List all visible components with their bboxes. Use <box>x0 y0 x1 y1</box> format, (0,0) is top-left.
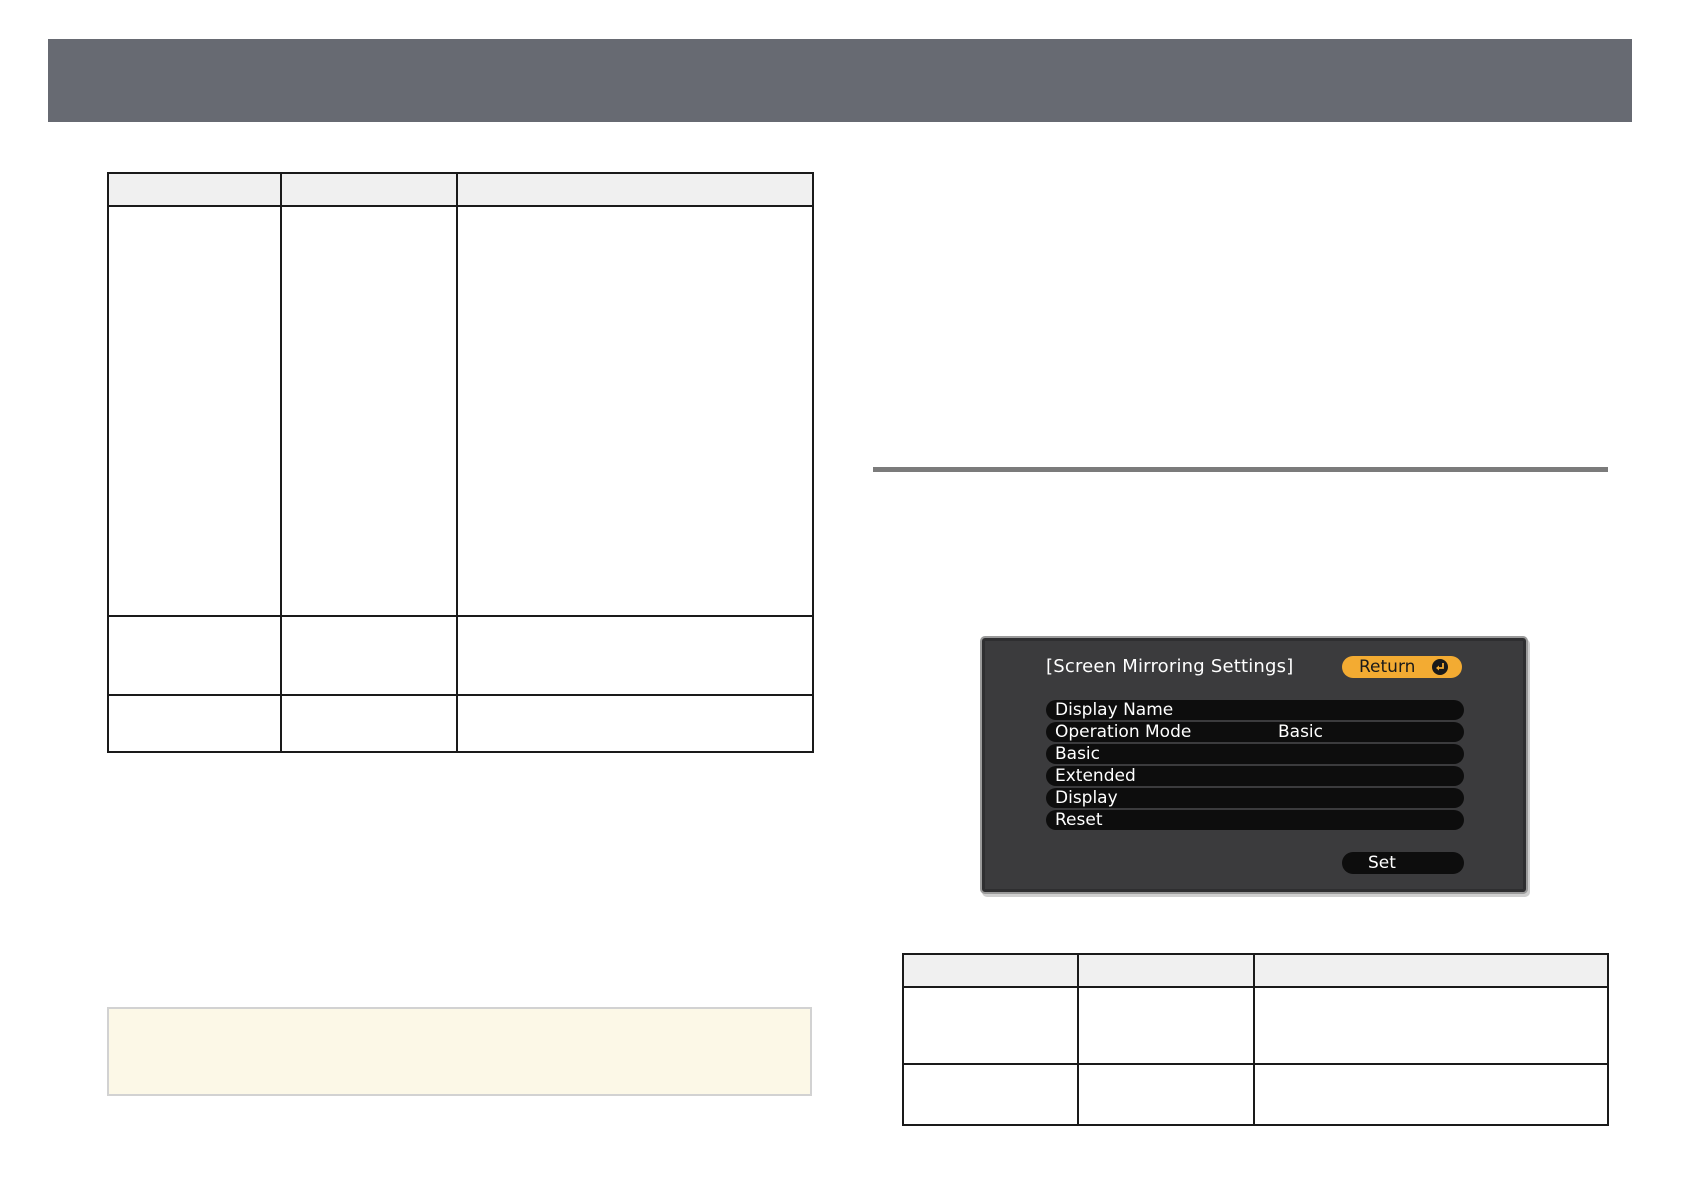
menu-item-label: Reset <box>1055 810 1103 830</box>
table-row <box>902 986 1609 1065</box>
menu-item-value: Basic <box>1278 722 1324 742</box>
table-header-cell <box>902 953 1079 988</box>
table-cell <box>902 1063 1079 1126</box>
settings-table-left <box>107 172 814 753</box>
table-row <box>902 1063 1609 1126</box>
table-row <box>107 205 814 617</box>
table-cell <box>280 205 458 617</box>
table-cell <box>1253 986 1609 1065</box>
table-cell <box>107 694 282 753</box>
table-cell <box>456 694 814 753</box>
return-button-label: Return <box>1359 657 1416 677</box>
menu-item-label: Extended <box>1055 766 1136 786</box>
table-cell <box>1077 1063 1255 1126</box>
table-cell <box>1077 986 1255 1065</box>
enter-icon <box>1432 659 1448 675</box>
table-cell <box>902 986 1079 1065</box>
menu-item-operation-mode[interactable]: Operation Mode Basic <box>1046 722 1464 742</box>
menu-item-display[interactable]: Display <box>1046 788 1464 808</box>
table-cell <box>107 615 282 696</box>
table-header-row <box>107 172 814 207</box>
table-row <box>107 615 814 696</box>
table-row <box>107 694 814 753</box>
menu-item-label: Display <box>1055 788 1118 808</box>
table-cell <box>1253 1063 1609 1126</box>
table-header-cell <box>1253 953 1609 988</box>
set-button[interactable]: Set <box>1342 852 1464 874</box>
table-cell <box>456 205 814 617</box>
menu-item-display-name[interactable]: Display Name <box>1046 700 1464 720</box>
table-header-row <box>902 953 1609 988</box>
table-cell <box>280 615 458 696</box>
table-header-cell <box>280 172 458 207</box>
menu-item-basic[interactable]: Basic <box>1046 744 1464 764</box>
menu-list: Display Name Operation Mode Basic Basic … <box>1046 700 1464 832</box>
table-header-cell <box>456 172 814 207</box>
table-header-cell <box>107 172 282 207</box>
set-button-label: Set <box>1368 853 1396 873</box>
note-box <box>107 1007 812 1096</box>
return-button[interactable]: Return <box>1342 656 1462 678</box>
screen-mirroring-settings-menu: [Screen Mirroring Settings] Return Displ… <box>980 636 1528 894</box>
menu-title: [Screen Mirroring Settings] <box>1046 656 1294 677</box>
table-header-cell <box>1077 953 1255 988</box>
menu-item-label: Basic <box>1055 744 1101 764</box>
menu-item-label: Operation Mode <box>1055 722 1192 742</box>
menu-item-extended[interactable]: Extended <box>1046 766 1464 786</box>
menu-item-reset[interactable]: Reset <box>1046 810 1464 830</box>
section-divider <box>873 467 1608 472</box>
table-cell <box>456 615 814 696</box>
settings-table-right <box>902 953 1609 1126</box>
page-header-bar <box>48 39 1632 122</box>
table-cell <box>107 205 282 617</box>
menu-item-label: Display Name <box>1055 700 1174 720</box>
table-cell <box>280 694 458 753</box>
